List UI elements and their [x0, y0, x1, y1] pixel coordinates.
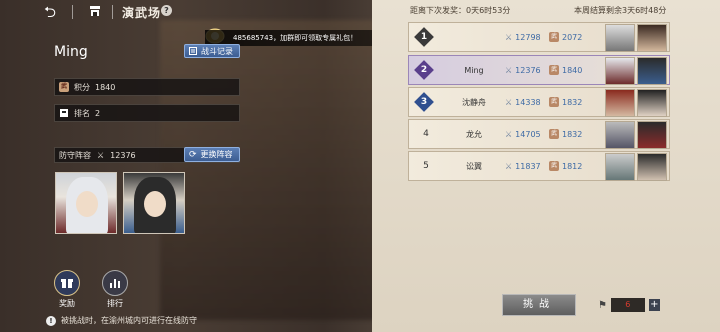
opponent-name: 沈静舟: [462, 97, 486, 107]
rank-number: 5: [423, 161, 429, 171]
rank-row-1[interactable]: 1 ⚔ 12798 武 2072: [408, 22, 670, 52]
home-icon[interactable]: [88, 4, 102, 18]
info-icon: !: [46, 315, 56, 326]
player-name: Ming: [54, 44, 88, 60]
score-label: 积分: [74, 82, 90, 92]
score-value: 1840: [95, 82, 116, 92]
ranking-icon: [102, 270, 128, 296]
score-badge-icon: 武: [549, 65, 559, 75]
opponent-portrait: [637, 153, 667, 181]
rank-row-5[interactable]: 5 讼翼 ⚔ 11837 武 1812: [408, 151, 670, 181]
score-badge-icon: 武: [549, 32, 559, 42]
weekly-settlement-timer: 本周结算剩余3天6时48分: [574, 6, 667, 15]
add-ticket-button[interactable]: +: [648, 299, 660, 311]
rank-row-3[interactable]: 3 沈静舟 ⚔ 14338 武 1832: [408, 87, 670, 117]
reward-icon: [54, 270, 80, 296]
rank-badge: 3: [414, 92, 434, 112]
divider: [72, 5, 73, 19]
next-reward-timer: 距离下次发奖：0天6时53分: [410, 6, 511, 15]
divider: [112, 5, 113, 19]
opponent-portrait: [605, 153, 635, 181]
defender-portrait-1[interactable]: [55, 172, 117, 234]
page-title: 演武场: [122, 6, 162, 20]
opponent-name: 龙允: [466, 129, 482, 139]
ranking-button[interactable]: 排行: [100, 270, 130, 308]
background-scene: [160, 20, 380, 320]
rank-number: 4: [423, 129, 429, 139]
refresh-icon: ⟳: [189, 149, 197, 160]
defense-label: 防守阵容: [59, 150, 91, 160]
battle-log-label: 战斗记录: [201, 46, 233, 56]
rank-label: 排名: [74, 108, 90, 118]
portrait-face: [76, 191, 98, 217]
help-icon[interactable]: ?: [161, 5, 172, 16]
opponent-portrait: [637, 24, 667, 52]
rank-badge: 2: [414, 60, 434, 80]
back-arrow-icon[interactable]: ⮌: [44, 3, 62, 21]
rank-row: 排名 2: [54, 104, 240, 122]
battle-log-button[interactable]: 战斗记录: [184, 44, 240, 58]
opponent-score: 武 1832: [549, 97, 583, 107]
change-lineup-label: 更换阵容: [200, 150, 233, 159]
score-badge-icon: 武: [549, 97, 559, 107]
score-badge-icon: 武: [59, 82, 69, 92]
power-icon: ⚔: [505, 129, 513, 139]
opponent-portrait: [637, 121, 667, 149]
reward-label: 奖励: [59, 299, 75, 308]
opponent-portrait: [637, 89, 667, 117]
opponent-score: 武 2072: [549, 32, 583, 42]
opponent-score: 武 1812: [549, 161, 583, 171]
power-icon: ⚔: [505, 32, 513, 42]
defender-portrait-2[interactable]: [123, 172, 185, 234]
log-icon: [189, 47, 197, 55]
power-icon: ⚔: [97, 150, 105, 160]
opponent-portrait: [605, 24, 635, 52]
opponent-score: 武 1832: [549, 129, 583, 139]
opponent-portrait: [637, 57, 667, 85]
portrait-face: [144, 191, 166, 217]
challenge-button[interactable]: 挑战: [502, 294, 576, 316]
opponent-portrait: [605, 121, 635, 149]
ticket-icon: ⚑: [598, 299, 607, 311]
opponent-portrait: [605, 89, 635, 117]
opponent-portrait: [605, 57, 635, 85]
opponent-score: 武 1840: [549, 65, 583, 75]
rank-row-4[interactable]: 4 龙允 ⚔ 14705 武 1832: [408, 119, 670, 149]
score-badge-icon: 武: [549, 129, 559, 139]
opponent-name: Ming: [464, 65, 484, 75]
defense-power: 12376: [110, 150, 136, 160]
rank-row-2[interactable]: 2 Ming ⚔ 12376 武 1840: [408, 55, 670, 85]
rank-value: 2: [95, 108, 101, 118]
banner-text: 485685743，加群即可领取专属礼包！: [233, 34, 358, 42]
power-icon: ⚔: [505, 97, 513, 107]
power-icon: ⚔: [505, 65, 513, 75]
power-icon: ⚔: [505, 161, 513, 171]
rank-badge: 1: [414, 27, 434, 47]
reward-button[interactable]: 奖励: [52, 270, 82, 308]
ranking-label: 排行: [107, 299, 123, 308]
score-row: 武 积分 1840: [54, 78, 240, 96]
defense-info: ! 被挑战时，在渝州城内可进行在线防守: [46, 315, 197, 326]
score-badge-icon: 武: [549, 161, 559, 171]
opponent-name: 讼翼: [466, 161, 482, 171]
change-lineup-button[interactable]: ⟳ 更换阵容: [184, 147, 240, 162]
rank-icon: [60, 109, 68, 117]
info-text: 被挑战时，在渝州城内可进行在线防守: [61, 316, 197, 325]
ticket-count: 6: [610, 298, 645, 312]
challenge-tickets: ⚑ 6 +: [598, 296, 660, 314]
